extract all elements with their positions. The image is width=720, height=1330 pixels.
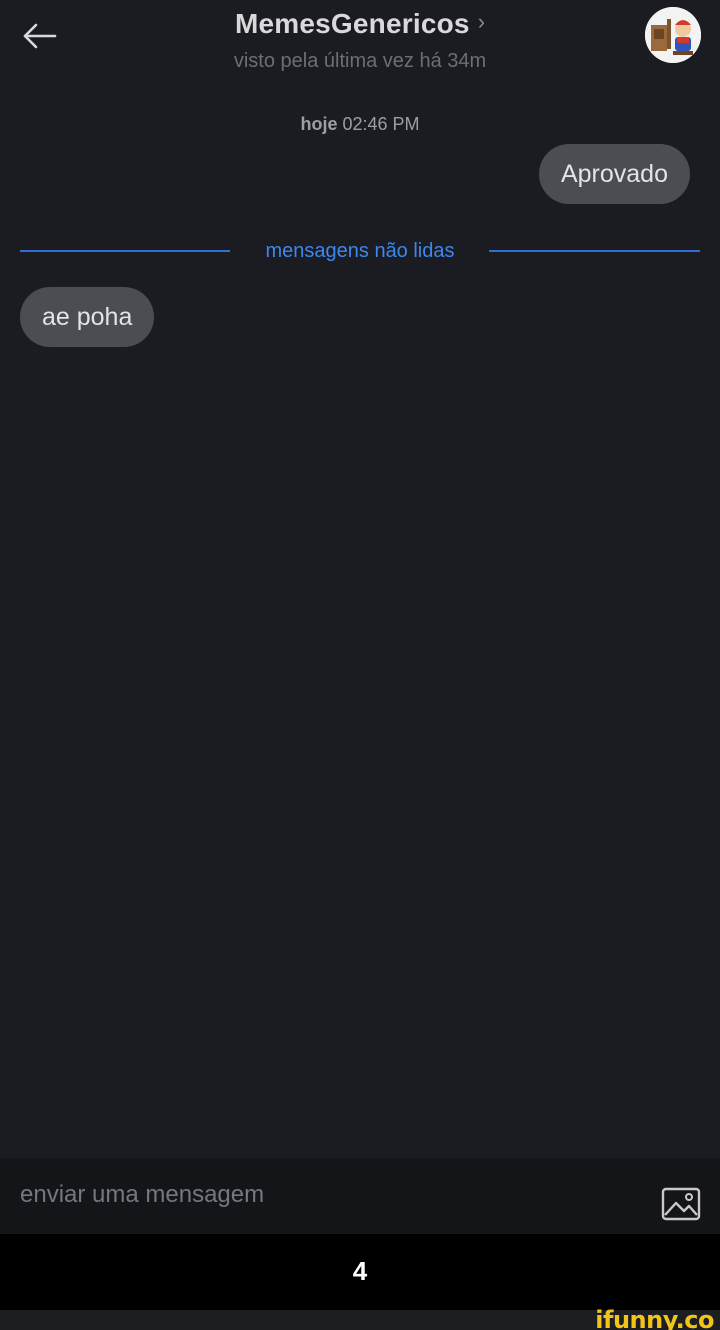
avatar-image <box>645 7 701 63</box>
message-bubble-incoming[interactable]: ae poha <box>20 287 155 347</box>
back-button[interactable] <box>18 16 62 56</box>
caption-number: 4 <box>352 1256 368 1286</box>
chat-title-block[interactable]: MemesGenericos › visto pela última vez h… <box>160 8 560 73</box>
last-seen-status: visto pela última vez há 34m <box>233 50 487 72</box>
chat-screen: MemesGenericos › visto pela última vez h… <box>0 0 720 1330</box>
message-text: Aprovado <box>560 159 668 188</box>
title-line: MemesGenericos › <box>235 8 485 40</box>
message-composer <box>0 1158 720 1234</box>
divider-line-right <box>489 250 700 252</box>
caption-band: 4 <box>0 1234 720 1310</box>
message-input[interactable] <box>20 1176 620 1214</box>
unread-messages-divider: mensagens não lidas <box>20 238 700 266</box>
image-icon <box>661 1187 701 1221</box>
date-separator: hoje 02:46 PM <box>0 114 720 135</box>
date-time: 02:46 PM <box>342 114 420 134</box>
date-day: hoje <box>300 114 338 134</box>
avatar[interactable] <box>645 7 701 63</box>
chat-header: MemesGenericos › visto pela última vez h… <box>0 0 720 90</box>
contact-name: MemesGenericos <box>234 8 470 39</box>
chevron-right-icon: › <box>477 9 486 34</box>
message-bubble-outgoing[interactable]: Aprovado <box>538 144 690 204</box>
attach-image-button[interactable] <box>661 1187 701 1221</box>
back-arrow-icon <box>23 23 57 49</box>
message-text: ae poha <box>42 302 133 331</box>
ifunny-watermark: ifunny.co <box>595 1306 714 1330</box>
